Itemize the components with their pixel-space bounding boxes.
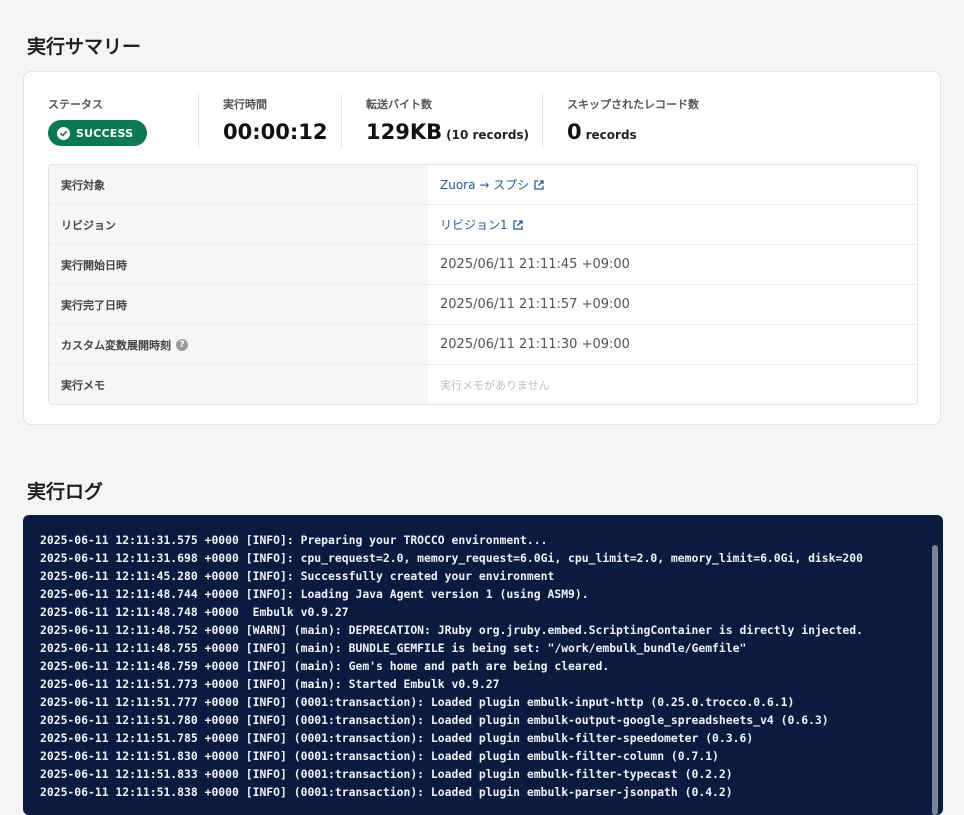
status-badge-text: SUCCESS [76,126,134,140]
custom-var-value: 2025/06/11 21:11:30 +09:00 [440,337,630,352]
log-line: 2025-06-11 12:11:48.759 +0000 [INFO] (ma… [40,659,610,673]
memo-label: 実行メモ [49,365,428,404]
duration-label: 実行時間 [223,98,267,111]
details-table: 実行対象 Zuora → スプシ リビジョン リビジョン1 実行開始日時 202… [48,164,918,405]
table-row: 実行開始日時 2025/06/11 21:11:45 +09:00 [49,245,917,285]
log-line: 2025-06-11 12:11:51.780 +0000 [INFO] (00… [40,713,829,727]
memo-cell: 実行メモがありません [428,365,917,404]
log-line: 2025-06-11 12:11:31.575 +0000 [INFO]: Pr… [40,533,548,547]
log-scrollbar[interactable] [932,545,938,815]
skipped-stat: スキップされたレコード数 0 records [567,94,767,150]
external-link-icon [512,219,523,230]
log-panel[interactable]: 2025-06-11 12:11:31.575 +0000 [INFO]: Pr… [23,515,943,815]
log-line: 2025-06-11 12:11:48.752 +0000 [WARN] (ma… [40,623,863,637]
start-label: 実行開始日時 [49,245,428,284]
stat-divider [341,94,342,148]
log-line: 2025-06-11 12:11:48.744 +0000 [INFO]: Lo… [40,587,589,601]
bytes-stat: 転送バイト数 129KB (10 records) [366,94,536,150]
target-link[interactable]: Zuora → スプシ [440,176,545,193]
table-row: リビジョン リビジョン1 [49,205,917,245]
skipped-value-wrap: 0 records [567,120,637,144]
log-line: 2025-06-11 12:11:51.833 +0000 [INFO] (00… [40,767,733,781]
skipped-unit: records [585,128,637,142]
duration-value-wrap: 00:00:12 [223,120,327,144]
log-line: 2025-06-11 12:11:51.830 +0000 [INFO] (00… [40,749,719,763]
log-line: 2025-06-11 12:11:48.755 +0000 [INFO] (ma… [40,641,747,655]
stat-divider [542,94,543,148]
revision-link[interactable]: リビジョン1 [440,216,524,233]
log-line: 2025-06-11 12:11:48.748 +0000 Embulk v0.… [40,605,349,619]
duration-value: 00:00:12 [223,120,328,144]
start-value: 2025/06/11 21:11:45 +09:00 [440,257,630,272]
bytes-label: 転送バイト数 [366,98,432,111]
log-line: 2025-06-11 12:11:51.838 +0000 [INFO] (00… [40,785,733,799]
skipped-value: 0 [567,120,582,144]
status-stat: ステータス SUCCESS [48,94,168,150]
external-link-icon [534,179,544,190]
custom-var-label: カスタム変数展開時刻 [61,338,171,352]
stats-row: ステータス SUCCESS 実行時間 00:00:12 転送バイト数 129KB… [48,94,918,154]
bytes-records: (10 records) [446,128,530,142]
bytes-value-wrap: 129KB (10 records) [366,120,529,144]
table-row: 実行完了日時 2025/06/11 21:11:57 +09:00 [49,285,917,325]
log-lines: 2025-06-11 12:11:31.575 +0000 [INFO]: Pr… [40,531,928,801]
bytes-value: 129KB [366,120,443,144]
check-circle-icon [57,126,70,140]
table-row: カスタム変数展開時刻 ? 2025/06/11 21:11:30 +09:00 [49,325,917,365]
log-line: 2025-06-11 12:11:51.773 +0000 [INFO] (ma… [40,677,500,691]
table-row: 実行メモ 実行メモがありません [49,365,917,404]
log-line: 2025-06-11 12:11:51.777 +0000 [INFO] (00… [40,695,795,709]
summary-title: 実行サマリー [27,36,142,58]
log-line: 2025-06-11 12:11:31.698 +0000 [INFO]: cp… [40,551,863,565]
duration-stat: 実行時間 00:00:12 [223,94,333,150]
log-line: 2025-06-11 12:11:45.280 +0000 [INFO]: Su… [40,569,555,583]
target-link-text: Zuora → スプシ [440,178,530,192]
table-row: 実行対象 Zuora → スプシ [49,165,917,205]
log-line: 2025-06-11 12:11:51.785 +0000 [INFO] (00… [40,731,754,745]
skipped-label: スキップされたレコード数 [567,98,699,111]
summary-card: ステータス SUCCESS 実行時間 00:00:12 転送バイト数 129KB… [23,71,941,425]
status-label: ステータス [48,98,103,111]
help-icon[interactable]: ? [176,338,188,351]
target-label: 実行対象 [49,165,428,204]
end-value: 2025/06/11 21:11:57 +09:00 [440,297,630,312]
status-badge: SUCCESS [48,120,148,146]
revision-cell: リビジョン1 [428,205,917,244]
custom-var-label-cell: カスタム変数展開時刻 ? [49,325,428,364]
stat-divider [198,94,199,148]
end-label: 実行完了日時 [49,285,428,324]
revision-label: リビジョン [49,205,428,244]
memo-placeholder: 実行メモがありません [440,378,550,392]
log-title: 実行ログ [27,481,104,503]
target-cell: Zuora → スプシ [428,165,917,204]
revision-link-text: リビジョン1 [440,218,508,232]
